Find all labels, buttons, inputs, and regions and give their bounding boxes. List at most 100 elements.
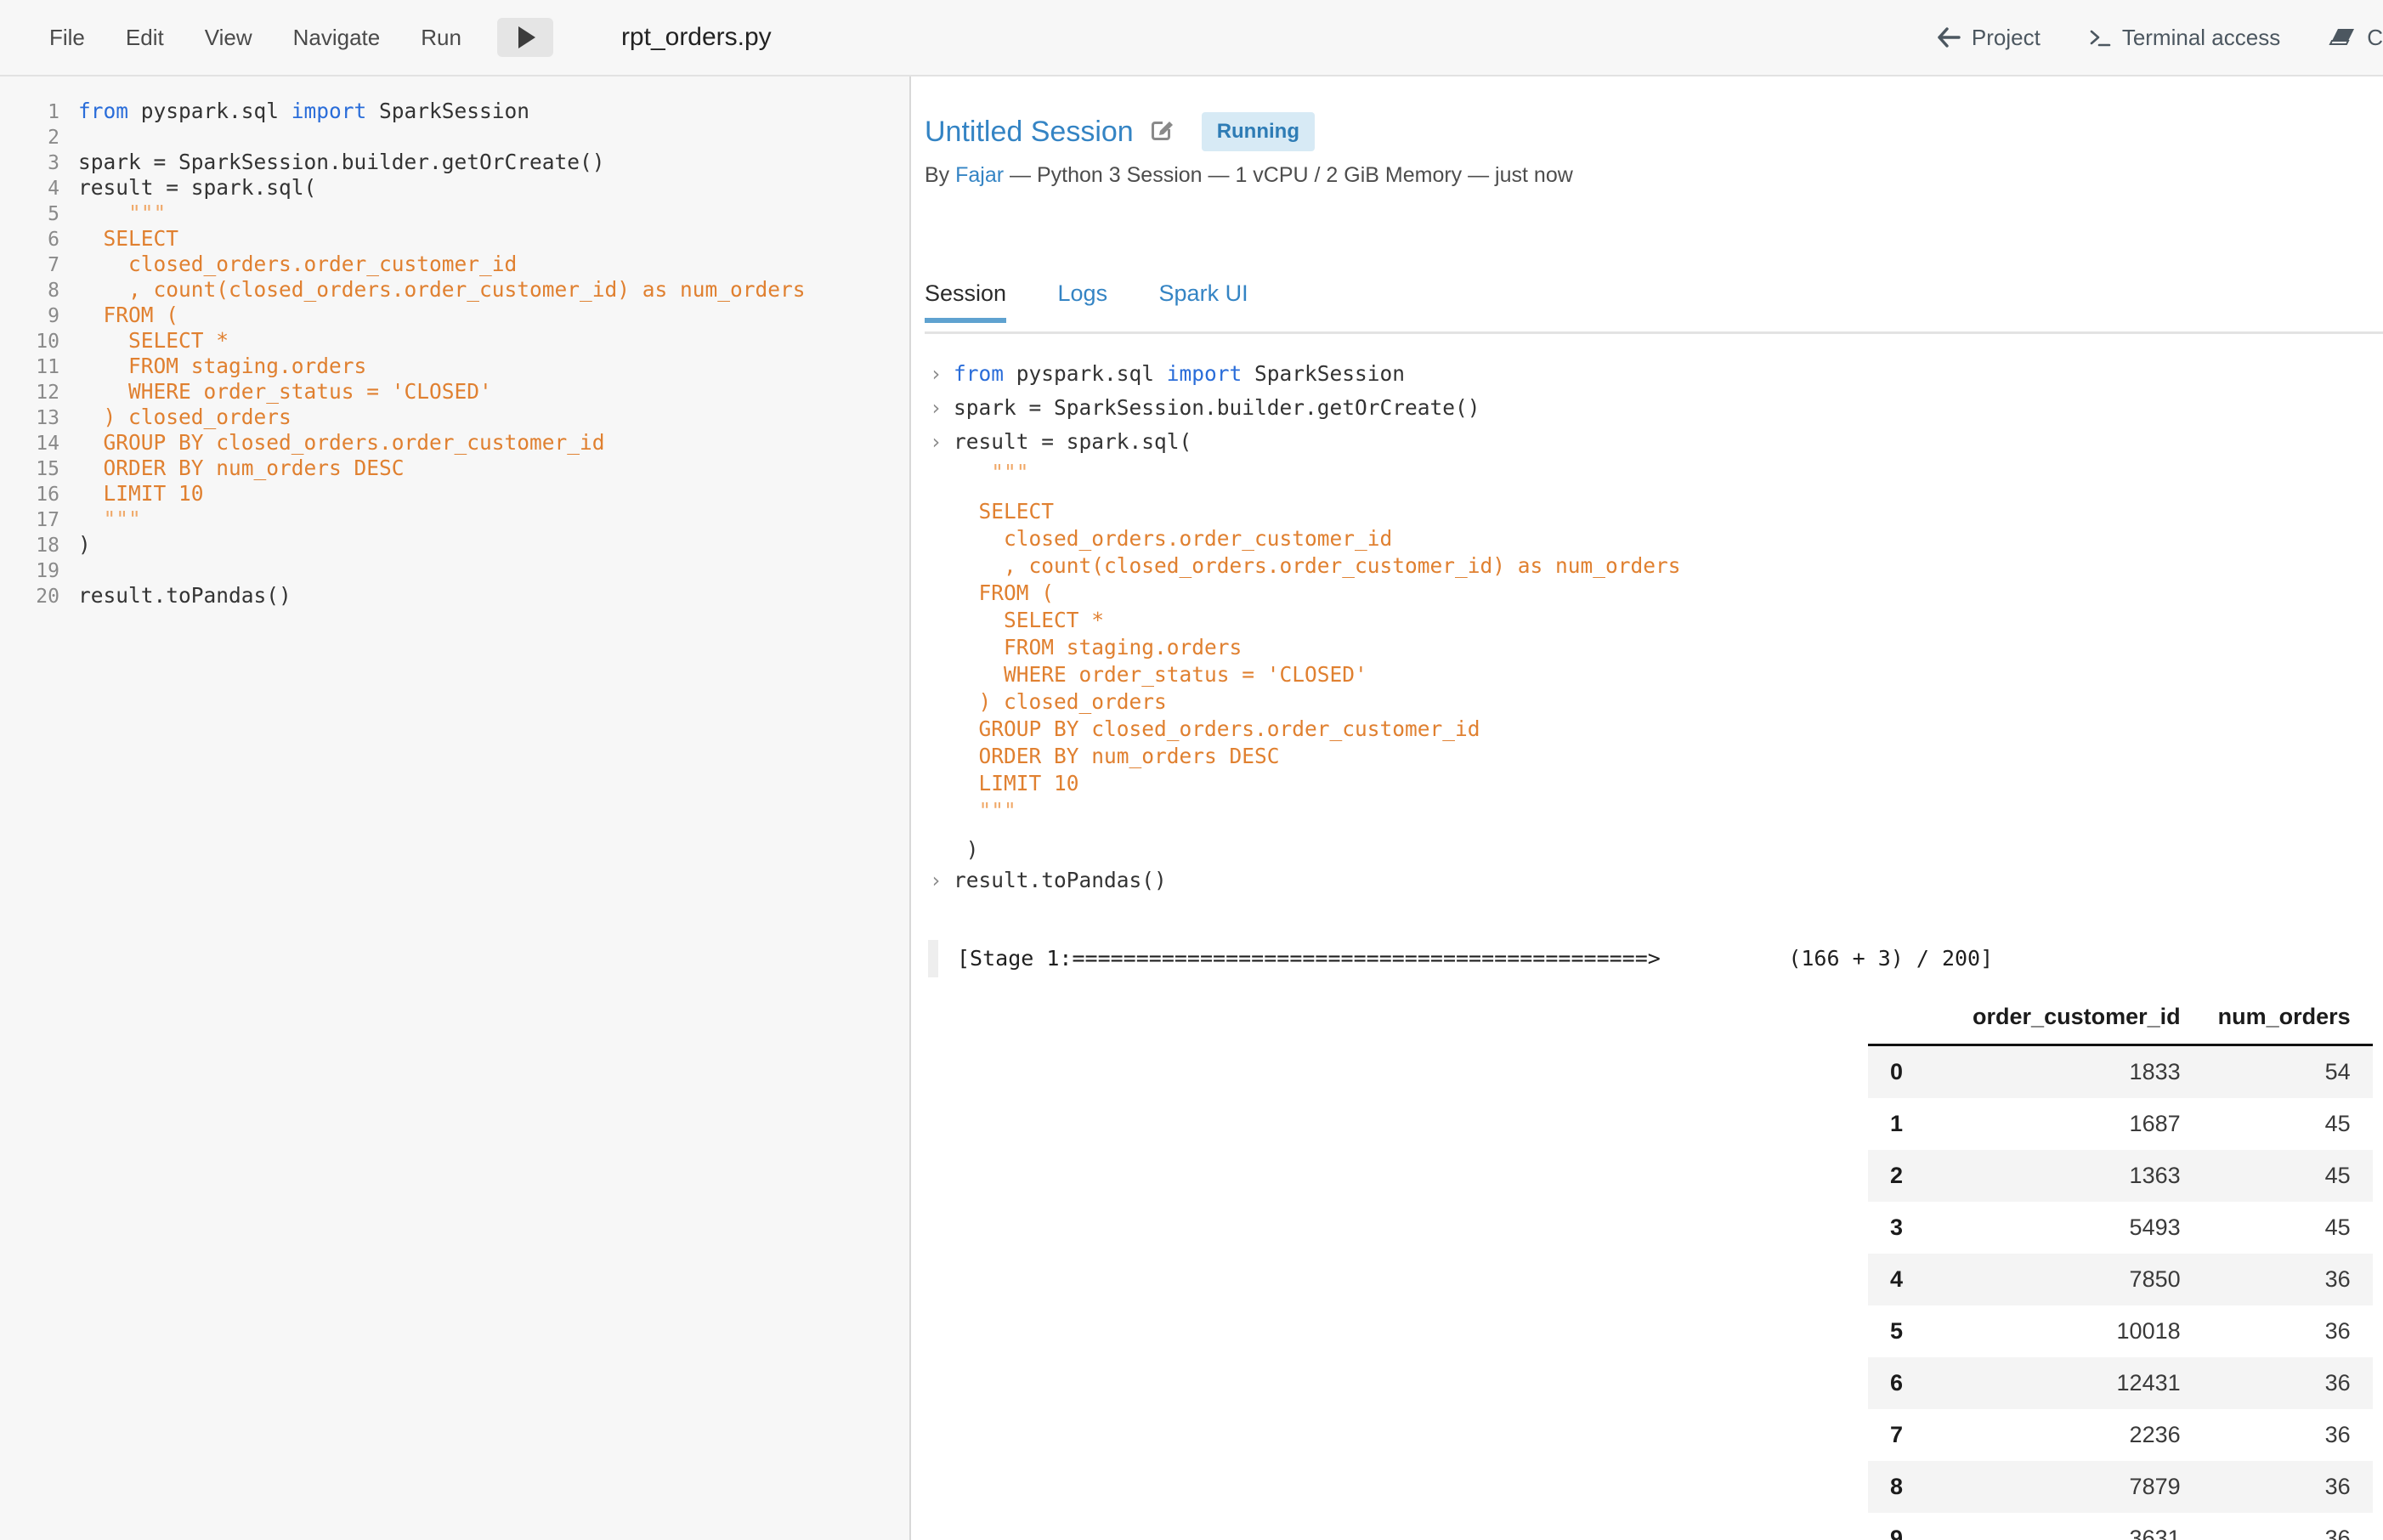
line-number: 12 — [0, 380, 78, 405]
line-number: 2 — [0, 125, 78, 150]
session-owner-link[interactable]: Fajar — [955, 163, 1004, 187]
console-token: """ — [954, 798, 1016, 823]
line-number: 9 — [0, 303, 78, 329]
line-number: 17 — [0, 507, 78, 533]
console-token: SELECT * — [954, 608, 1104, 632]
cell-order-customer-id: 12431 — [1954, 1357, 2199, 1409]
console-sql-line: """ — [925, 459, 2383, 486]
table-row: 4785036 — [1868, 1254, 2373, 1305]
arrow-left-icon — [1936, 26, 1961, 48]
code-token: FROM staging.orders — [78, 354, 366, 378]
console-token: import — [1167, 361, 1242, 386]
results-table: order_customer_id num_orders 01833541168… — [1868, 999, 2373, 1540]
chevron-right-icon: › — [930, 863, 942, 897]
tab-logs[interactable]: Logs — [1058, 280, 1108, 320]
code-line: 10 SELECT * — [0, 328, 911, 354]
cell-order-customer-id: 1833 — [1954, 1045, 2199, 1099]
line-number: 20 — [0, 584, 78, 609]
console-token: FROM ( — [954, 580, 1054, 605]
session-title[interactable]: Untitled Session — [925, 116, 1134, 149]
console-token: pyspark.sql — [1004, 361, 1167, 386]
stage-progress-row: [Stage 1:===============================… — [925, 935, 2383, 982]
console-token: SELECT — [954, 499, 1054, 524]
code-token: pyspark.sql — [128, 99, 292, 123]
run-button[interactable] — [497, 18, 553, 57]
console-input-line: ›from pyspark.sql import SparkSession — [925, 357, 2383, 391]
code-line: 3spark = SparkSession.builder.getOrCreat… — [0, 150, 911, 175]
line-number: 16 — [0, 482, 78, 507]
code-token: SparkSession — [366, 99, 529, 123]
code-token: from — [78, 99, 128, 123]
stage-progress-text: [Stage 1:===============================… — [957, 935, 1993, 982]
console-sql-line: FROM staging.orders — [925, 634, 2383, 661]
cell-num-orders: 36 — [2199, 1305, 2373, 1357]
code-token: """ — [78, 201, 166, 225]
console-sql-line: , count(closed_orders.order_customer_id)… — [925, 552, 2383, 580]
cell-order-customer-id: 2236 — [1954, 1409, 2199, 1461]
cell-num-orders: 36 — [2199, 1409, 2373, 1461]
cell-order-customer-id: 5493 — [1954, 1202, 2199, 1254]
tab-session[interactable]: Session — [925, 280, 1006, 320]
console-input-line: ›result = spark.sql( — [925, 425, 2383, 459]
line-number: 11 — [0, 354, 78, 380]
code-editor-panel[interactable]: 1from pyspark.sql import SparkSession23s… — [0, 76, 911, 1540]
session-panel: Untitled Session Running By Fajar — Pyth… — [913, 76, 2383, 1540]
console-token: ) — [954, 837, 979, 862]
console-token: """ — [954, 460, 1029, 484]
line-number: 10 — [0, 329, 78, 354]
line-number: 4 — [0, 176, 78, 201]
code-token: """ — [78, 507, 141, 531]
row-index-cell: 9 — [1868, 1513, 1954, 1540]
menu-view[interactable]: View — [184, 0, 273, 75]
console-sql-line: ) closed_orders — [925, 688, 2383, 716]
console-token: ORDER BY num_orders DESC — [954, 744, 1280, 768]
menu-run[interactable]: Run — [400, 0, 482, 75]
row-index-cell: 0 — [1868, 1045, 1954, 1099]
cell-num-orders: 36 — [2199, 1513, 2373, 1540]
row-index-cell: 3 — [1868, 1202, 1954, 1254]
session-title-row: Untitled Session Running — [925, 112, 2369, 151]
edit-pencil-icon[interactable] — [1149, 117, 1175, 147]
code-line: 18) — [0, 532, 911, 558]
code-line: 8 , count(closed_orders.order_customer_i… — [0, 277, 911, 303]
console-sql-line: SELECT * — [925, 607, 2383, 634]
tab-spark-ui[interactable]: Spark UI — [1159, 280, 1248, 320]
code-line: 12 WHERE order_status = 'CLOSED' — [0, 379, 911, 405]
code-line: 13 ) closed_orders — [0, 405, 911, 430]
clear-button[interactable]: C — [2304, 25, 2383, 51]
row-index-cell: 7 — [1868, 1409, 1954, 1461]
code-token: import — [292, 99, 367, 123]
menu-file[interactable]: File — [29, 0, 105, 75]
console-sql-line: LIMIT 10 — [925, 770, 2383, 797]
code-line: 2 — [0, 124, 911, 150]
code-token: result = spark.sql( — [78, 175, 316, 200]
console-token: LIMIT 10 — [954, 771, 1079, 795]
terminal-access-button[interactable]: Terminal access — [2064, 25, 2304, 51]
table-row: 3549345 — [1868, 1202, 2373, 1254]
cell-num-orders: 36 — [2199, 1254, 2373, 1305]
menu-edit[interactable]: Edit — [105, 0, 184, 75]
results-table-head: order_customer_id num_orders — [1868, 999, 2373, 1045]
console-token: from — [954, 361, 1004, 386]
results-header-row: order_customer_id num_orders — [1868, 999, 2373, 1045]
code-token: ) closed_orders — [78, 405, 292, 429]
code-editor-content[interactable]: 1from pyspark.sql import SparkSession23s… — [0, 99, 911, 609]
console-sql-line: ORDER BY num_orders DESC — [925, 743, 2383, 770]
console-token: GROUP BY closed_orders.order_customer_id — [954, 716, 1480, 741]
cell-num-orders: 45 — [2199, 1098, 2373, 1150]
cell-num-orders: 45 — [2199, 1202, 2373, 1254]
code-token: , count(closed_orders.order_customer_id)… — [78, 277, 806, 302]
row-index-cell: 6 — [1868, 1357, 1954, 1409]
code-line: 16 LIMIT 10 — [0, 481, 911, 507]
console-input-line: ›spark = SparkSession.builder.getOrCreat… — [925, 391, 2383, 425]
code-line: 20result.toPandas() — [0, 583, 911, 609]
code-line: 4result = spark.sql( — [0, 175, 911, 201]
project-back-button[interactable]: Project — [1912, 25, 2064, 51]
line-number: 8 — [0, 278, 78, 303]
status-badge: Running — [1202, 112, 1315, 151]
cell-num-orders: 36 — [2199, 1461, 2373, 1513]
terminal-access-label: Terminal access — [2122, 25, 2280, 51]
session-meta-suffix: — Python 3 Session — 1 vCPU / 2 GiB Memo… — [1004, 163, 1573, 187]
code-line: 7 closed_orders.order_customer_id — [0, 252, 911, 277]
menu-navigate[interactable]: Navigate — [273, 0, 401, 75]
